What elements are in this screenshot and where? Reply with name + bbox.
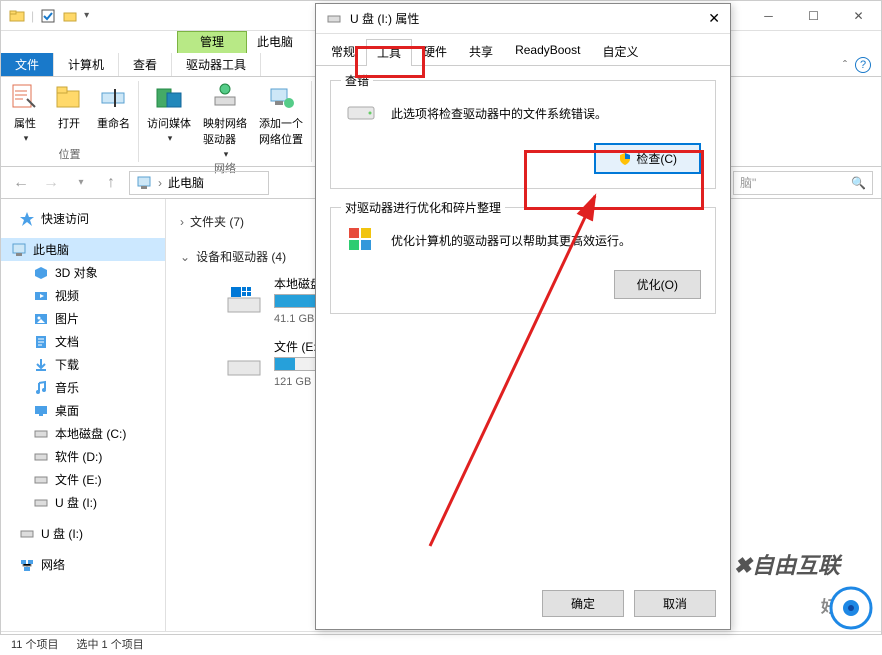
sidebar-item-documents[interactable]: 文档 — [1, 330, 165, 353]
watermark-1: ✖自由互联 — [734, 548, 840, 580]
access-media-button[interactable]: 访问媒体▾ — [147, 81, 191, 160]
sidebar-item-downloads[interactable]: 下载 — [1, 353, 165, 376]
address-text: 此电脑 — [168, 174, 204, 191]
dialog-body: 查错 此选项将检查驱动器中的文件系统错误。 检查(C) 对驱动器进行优化和碎片整… — [316, 66, 730, 346]
sidebar-network[interactable]: 网络 — [1, 553, 165, 576]
check-button[interactable]: 检查(C) — [594, 143, 701, 174]
map-drive-button[interactable]: 映射网络 驱动器▾ — [203, 81, 247, 160]
up-button[interactable]: ↑ — [99, 171, 123, 195]
status-selected: 选中 1 个项目 — [76, 636, 143, 652]
forward-button[interactable]: → — [39, 171, 63, 195]
tab-computer[interactable]: 计算机 — [54, 53, 119, 76]
defrag-icon — [345, 224, 377, 256]
folder-small-icon[interactable] — [62, 8, 78, 24]
dialog-buttons: 确定 取消 — [542, 590, 716, 617]
rename-button[interactable]: 重命名 — [97, 81, 130, 144]
sidebar-item-drive-c[interactable]: 本地磁盘 (C:) — [1, 422, 165, 445]
search-icon: 🔍 — [851, 176, 866, 190]
checkbox-icon[interactable] — [40, 8, 56, 24]
help-icon[interactable]: ? — [855, 57, 871, 73]
context-title: 此电脑 — [247, 31, 303, 53]
close-button[interactable]: ✕ — [836, 2, 881, 30]
sidebar-item-desktop[interactable]: 桌面 — [1, 399, 165, 422]
qat-divider: | — [31, 9, 34, 23]
group-label-optimize: 对驱动器进行优化和碎片整理 — [341, 199, 505, 216]
window-controls: ─ ☐ ✕ — [746, 2, 881, 30]
context-tab-manage[interactable]: 管理 — [177, 31, 247, 53]
open-button[interactable]: 打开 — [53, 81, 85, 144]
status-items: 11 个项目 — [11, 636, 58, 652]
sidebar-item-pictures[interactable]: 图片 — [1, 307, 165, 330]
navigation-pane: 快速访问 此电脑 3D 对象 视频 图片 文档 下载 音乐 桌面 本地磁盘 (C… — [1, 199, 166, 631]
back-button[interactable]: ← — [9, 171, 33, 195]
explorer-search[interactable]: 脑" 🔍 — [733, 171, 873, 195]
minimize-button[interactable]: ─ — [746, 2, 791, 30]
properties-dialog: U 盘 (I:) 属性 ✕ 常规 工具 硬件 共享 ReadyBoost 自定义… — [315, 3, 731, 630]
tab-sharing[interactable]: 共享 — [458, 38, 504, 65]
monitor-icon — [136, 175, 152, 191]
watermark-eye-icon — [828, 585, 874, 631]
maximize-button[interactable]: ☐ — [791, 2, 836, 30]
shield-icon — [618, 152, 632, 166]
ribbon-collapse-icon[interactable]: ˆ — [843, 58, 847, 72]
drive-icon — [345, 97, 377, 129]
sidebar-item-videos[interactable]: 视频 — [1, 284, 165, 307]
error-check-group: 查错 此选项将检查驱动器中的文件系统错误。 检查(C) — [330, 80, 716, 189]
check-desc: 此选项将检查驱动器中的文件系统错误。 — [391, 105, 607, 122]
dialog-tabs: 常规 工具 硬件 共享 ReadyBoost 自定义 — [316, 38, 730, 66]
dialog-title: U 盘 (I:) 属性 — [350, 10, 419, 27]
tab-readyboost[interactable]: ReadyBoost — [504, 38, 591, 65]
qat-dropdown[interactable]: ▾ — [84, 10, 89, 21]
tab-hardware[interactable]: 硬件 — [412, 38, 458, 65]
properties-button[interactable]: 属性▾ — [9, 81, 41, 144]
history-dropdown[interactable]: ▾ — [69, 171, 93, 195]
dialog-close-button[interactable]: ✕ — [708, 10, 720, 27]
quick-access-toolbar: | ▾ — [1, 8, 97, 24]
tab-file[interactable]: 文件 — [1, 53, 54, 76]
optimize-group: 对驱动器进行优化和碎片整理 优化计算机的驱动器可以帮助其更高效运行。 优化(O) — [330, 207, 716, 314]
sidebar-quick-access[interactable]: 快速访问 — [1, 207, 165, 230]
address-bar[interactable]: › 此电脑 — [129, 171, 269, 195]
cancel-button[interactable]: 取消 — [634, 590, 716, 617]
drive-icon — [224, 347, 264, 381]
sidebar-item-music[interactable]: 音乐 — [1, 376, 165, 399]
sidebar-this-pc[interactable]: 此电脑 — [1, 238, 165, 261]
drive-icon — [224, 284, 264, 318]
ribbon-group-network: 访问媒体▾ 映射网络 驱动器▾ 添加一个 网络位置 网络 — [139, 81, 312, 162]
tab-customize[interactable]: 自定义 — [591, 38, 649, 65]
drive-small-icon — [326, 11, 342, 27]
tab-view[interactable]: 查看 — [119, 53, 172, 76]
add-network-button[interactable]: 添加一个 网络位置 — [259, 81, 303, 160]
ribbon-group-location: 属性▾ 打开 重命名 位置 — [1, 81, 139, 162]
group-label-check: 查错 — [341, 72, 373, 89]
tab-general[interactable]: 常规 — [320, 38, 366, 65]
tab-drive-tools[interactable]: 驱动器工具 — [172, 53, 261, 76]
ok-button[interactable]: 确定 — [542, 590, 624, 617]
dialog-titlebar: U 盘 (I:) 属性 ✕ — [316, 4, 730, 34]
optimize-desc: 优化计算机的驱动器可以帮助其更高效运行。 — [391, 232, 631, 249]
sidebar-item-drive-d[interactable]: 软件 (D:) — [1, 445, 165, 468]
group-label-location: 位置 — [59, 146, 81, 162]
folder-icon — [9, 8, 25, 24]
sidebar-item-3d[interactable]: 3D 对象 — [1, 261, 165, 284]
sidebar-usb[interactable]: U 盘 (I:) — [1, 522, 165, 545]
sidebar-item-drive-i[interactable]: U 盘 (I:) — [1, 491, 165, 514]
optimize-button[interactable]: 优化(O) — [614, 270, 701, 299]
tab-tools[interactable]: 工具 — [366, 39, 412, 66]
sidebar-item-drive-e[interactable]: 文件 (E:) — [1, 468, 165, 491]
